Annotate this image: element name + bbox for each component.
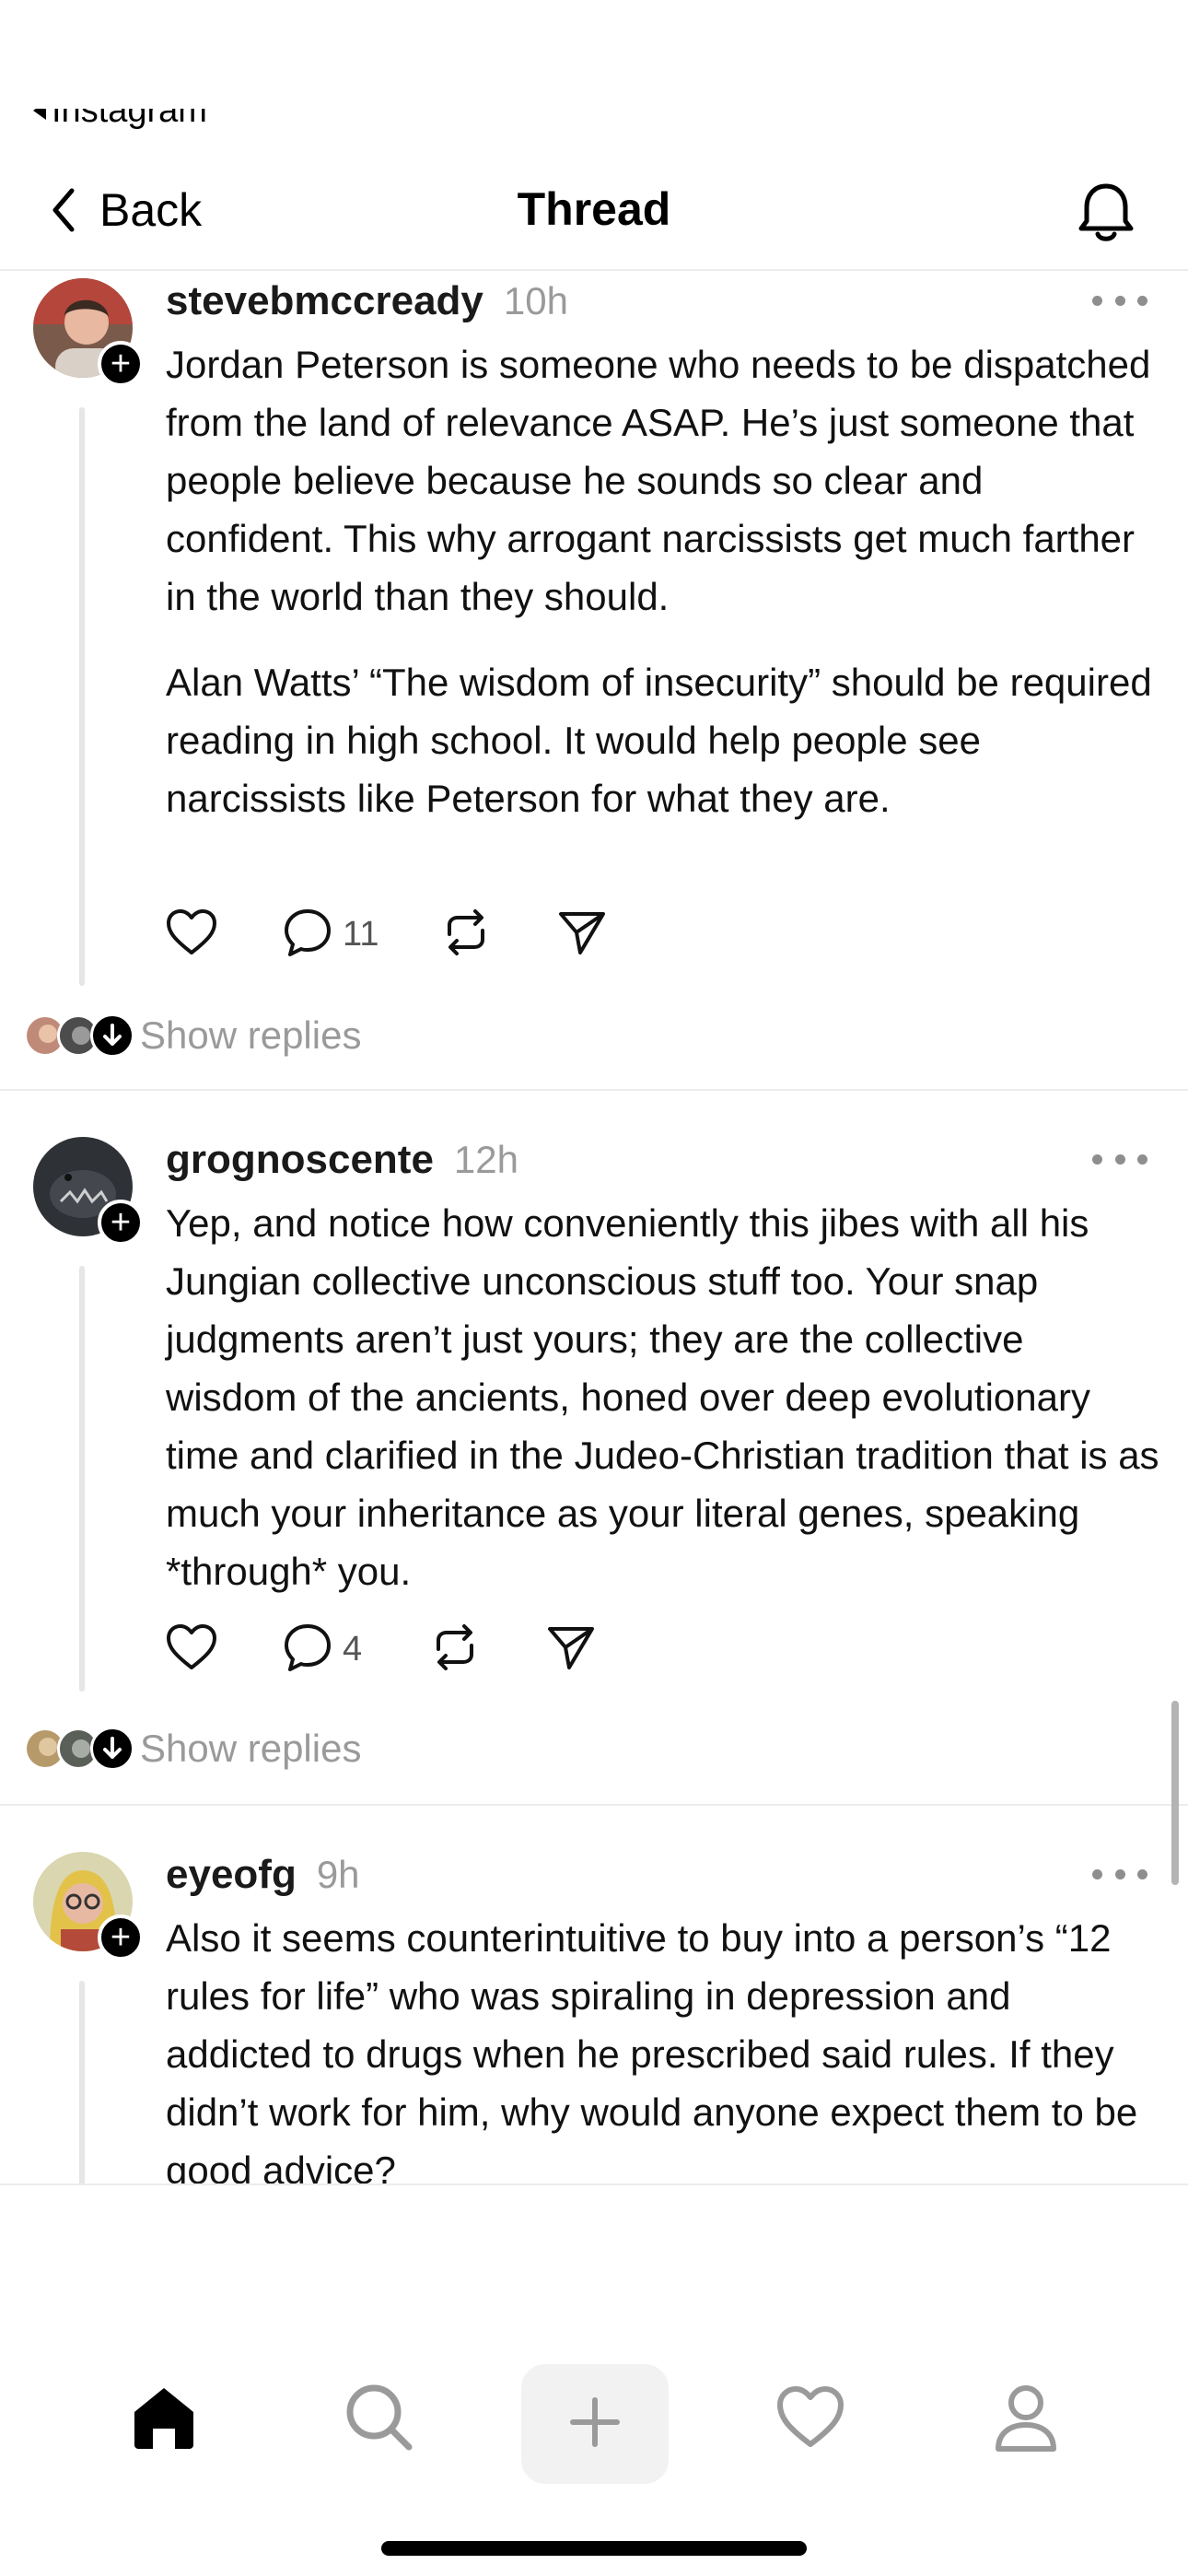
repost-button[interactable]: [440, 905, 492, 964]
reply-count: 11: [343, 914, 379, 954]
comment-icon: [282, 907, 333, 963]
heart-icon: [166, 908, 217, 961]
like-button[interactable]: [166, 905, 217, 964]
send-icon: [545, 1622, 597, 1678]
tab-create[interactable]: [521, 2364, 669, 2484]
home-indicator[interactable]: [381, 2541, 807, 2556]
tab-activity[interactable]: [755, 2364, 866, 2475]
timestamp: 12h: [453, 1138, 518, 1181]
reply-button[interactable]: 4: [282, 1620, 362, 1679]
repost-icon: [440, 907, 492, 963]
username[interactable]: eyeofg: [166, 1852, 297, 1898]
follow-plus-button[interactable]: +: [98, 1200, 144, 1246]
tabbar-divider: [0, 2184, 1188, 2185]
thread-line: [79, 1981, 85, 2184]
send-icon: [556, 907, 608, 963]
reply-avatars: [24, 1721, 134, 1776]
arrow-down-icon: [90, 1727, 134, 1771]
post-paragraph: Yep, and notice how conveniently this ji…: [166, 1201, 1159, 1593]
nav-header: Back Thread: [0, 147, 1188, 271]
reply-avatars: [24, 1008, 134, 1063]
post-header: eyeofg 9h: [166, 1852, 360, 1903]
thread-line: [79, 1266, 85, 1692]
like-button[interactable]: [166, 1620, 217, 1679]
back-triangle-icon: [33, 109, 46, 120]
post-actions: 4: [166, 1620, 718, 1679]
repost-icon: [429, 1622, 481, 1678]
back-app-label: Instagram: [52, 92, 207, 129]
post-actions: 11: [166, 905, 718, 964]
post-body: Also it seems counterintuitive to buy in…: [166, 1909, 1160, 2184]
post-header: stevebmccready 10h: [166, 278, 568, 330]
tab-home[interactable]: [109, 2364, 219, 2475]
post-divider: [0, 1089, 1188, 1091]
reply-count: 4: [343, 1629, 363, 1669]
post-body: Jordan Peterson is someone who needs to …: [166, 335, 1160, 827]
username[interactable]: stevebmccready: [166, 278, 483, 324]
avatar-wrap: +: [33, 1852, 144, 1961]
post-header: grognoscente 12h: [166, 1137, 518, 1188]
timestamp: 9h: [316, 1853, 360, 1896]
arrow-down-icon: [90, 1013, 134, 1058]
repost-button[interactable]: [429, 1620, 481, 1679]
bell-icon[interactable]: [1076, 181, 1136, 245]
post-paragraph: Also it seems counterintuitive to buy in…: [166, 1916, 1138, 2184]
share-button[interactable]: [556, 905, 608, 964]
share-button[interactable]: [545, 1620, 597, 1679]
show-replies-link[interactable]: Show replies: [140, 1721, 361, 1776]
more-options-icon[interactable]: [1092, 1865, 1147, 1883]
avatar-wrap: +: [33, 1137, 144, 1246]
heart-icon: [166, 1623, 217, 1676]
follow-plus-button[interactable]: +: [98, 341, 144, 387]
username[interactable]: grognoscente: [166, 1137, 434, 1183]
more-options-icon[interactable]: [1092, 1150, 1147, 1168]
post-paragraph: Alan Watts’ “The wisdom of insecurity” s…: [166, 661, 1152, 820]
timestamp: 10h: [503, 279, 568, 322]
post-divider: [0, 1804, 1188, 1806]
thread-post: + eyeofg 9h Also it seems counterintuiti…: [0, 1852, 1188, 2184]
back-to-app-link[interactable]: Instagram: [33, 92, 207, 129]
post-body: Yep, and notice how conveniently this ji…: [166, 1194, 1160, 1600]
profile-icon: [993, 2383, 1059, 2457]
tab-bar: [0, 2184, 1188, 2576]
tab-profile[interactable]: [971, 2364, 1081, 2475]
follow-plus-button[interactable]: +: [98, 1914, 144, 1961]
comment-icon: [282, 1622, 333, 1678]
thread-line: [79, 407, 85, 986]
search-icon: [344, 2383, 414, 2457]
page-title: Thread: [517, 183, 671, 235]
activity-heart-icon: [775, 2385, 845, 2454]
tab-search[interactable]: [324, 2364, 435, 2475]
avatar-wrap: +: [33, 278, 144, 387]
reply-button[interactable]: 11: [282, 905, 379, 964]
create-plus-icon: [569, 2396, 621, 2453]
scrollbar[interactable]: [1171, 1701, 1179, 1885]
post-paragraph: Jordan Peterson is someone who needs to …: [166, 343, 1151, 618]
home-icon: [129, 2384, 199, 2455]
show-replies-link[interactable]: Show replies: [140, 1008, 361, 1063]
more-options-icon[interactable]: [1092, 291, 1147, 310]
